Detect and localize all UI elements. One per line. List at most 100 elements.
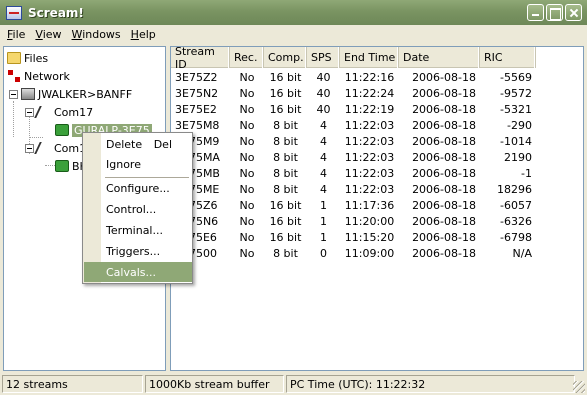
cell-compression: 16 bit <box>269 230 302 244</box>
cell-compression: 8 bit <box>273 150 298 164</box>
cell-sps: 40 <box>316 70 331 84</box>
minimize-button[interactable] <box>527 4 544 21</box>
cell-recording: No <box>239 118 255 132</box>
computer-icon <box>21 88 35 100</box>
table-row[interactable]: 3E75MB No 8 bit 4 11:22:03 2006-08-18 -1 <box>171 165 536 181</box>
menu-bar: File View Windows Help <box>0 25 587 44</box>
window-title: Scream! <box>28 5 84 20</box>
menu-item-ignore[interactable]: Ignore <box>84 154 192 174</box>
cell-date: 2006-08-18 <box>412 182 476 196</box>
tree-item-network[interactable]: Network <box>7 68 70 84</box>
column-header[interactable]: Stream ID <box>171 47 230 71</box>
column-header[interactable]: SPS <box>307 47 340 68</box>
cell-ric: -290 <box>507 118 532 132</box>
cell-recording: No <box>239 102 255 116</box>
cell-recording: No <box>239 150 255 164</box>
stream-rows: 3E75Z2 No 16 bit 40 11:22:16 2006-08-18 -5569 3… <box>171 69 536 261</box>
menu-item-terminal[interactable]: Terminal... <box>84 220 192 240</box>
table-row[interactable]: 3E7500 No 8 bit 0 11:09:00 2006-08-18 N/A <box>171 245 536 261</box>
cell-compression: 8 bit <box>273 182 298 196</box>
title-bar: Scream! <box>0 0 587 25</box>
maximize-button[interactable] <box>546 4 563 21</box>
table-row[interactable]: 3E75N2 No 16 bit 40 11:22:24 2006-08-18 -9572 <box>171 85 536 101</box>
cell-compression: 16 bit <box>269 70 302 84</box>
cell-end-time: 11:22:03 <box>344 182 395 196</box>
column-header[interactable]: Date <box>399 47 480 68</box>
cell-end-time: 11:22:24 <box>344 86 395 100</box>
table-row[interactable]: 3E75E6 No 16 bit 1 11:15:20 2006-08-18 -6798 <box>171 229 536 245</box>
cell-sps: 0 <box>320 246 327 260</box>
cell-recording: No <box>239 70 255 84</box>
menu-help[interactable]: Help <box>126 28 161 41</box>
collapse-icon[interactable] <box>9 89 18 99</box>
cell-ric: -1014 <box>500 134 532 148</box>
table-row[interactable]: 3E75M8 No 8 bit 4 11:22:03 2006-08-18 -290 <box>171 117 536 133</box>
menu-item-calvals[interactable]: Calvals... <box>84 262 192 282</box>
cell-compression: 16 bit <box>269 86 302 100</box>
cell-sps: 1 <box>320 214 327 228</box>
list-header: Stream ID Rec. Comp. SPS End Time Date R… <box>171 47 536 71</box>
cell-stream-id: 3E75Z2 <box>175 70 218 84</box>
table-row[interactable]: 3E75Z2 No 16 bit 40 11:22:16 2006-08-18 -5569 <box>171 69 536 85</box>
stream-list[interactable]: Stream ID Rec. Comp. SPS End Time Date R… <box>170 46 584 371</box>
collapse-icon[interactable] <box>25 107 34 117</box>
cell-date: 2006-08-18 <box>412 198 476 212</box>
menu-view[interactable]: View <box>30 28 66 41</box>
cell-date: 2006-08-18 <box>412 166 476 180</box>
table-row[interactable]: 3E75N6 No 16 bit 1 11:20:00 2006-08-18 -6326 <box>171 213 536 229</box>
cell-date: 2006-08-18 <box>412 214 476 228</box>
tree-item-files[interactable]: Files <box>7 50 48 66</box>
cell-end-time: 11:22:03 <box>344 166 395 180</box>
column-header[interactable]: Rec. <box>230 47 264 68</box>
serial-port-icon <box>34 142 54 154</box>
table-row[interactable]: 3E75Z6 No 16 bit 1 11:17:36 2006-08-18 -6057 <box>171 197 536 213</box>
shortcut-label: Del <box>153 137 172 151</box>
cell-date: 2006-08-18 <box>412 150 476 164</box>
table-row[interactable]: 3E75M9 No 8 bit 4 11:22:03 2006-08-18 -1014 <box>171 133 536 149</box>
context-menu: Delete Del Ignore Configure... Control..… <box>82 132 193 284</box>
cell-ric: 2190 <box>504 150 532 164</box>
cell-sps: 4 <box>320 150 327 164</box>
network-icon <box>7 70 21 82</box>
menu-item-delete[interactable]: Delete Del <box>84 134 192 154</box>
cell-date: 2006-08-18 <box>412 134 476 148</box>
menu-file[interactable]: File <box>2 28 30 41</box>
menu-item-configure[interactable]: Configure... <box>84 178 192 198</box>
column-header[interactable]: RIC <box>480 47 536 68</box>
cell-sps: 4 <box>320 166 327 180</box>
cell-sps: 40 <box>316 102 331 116</box>
cell-compression: 16 bit <box>269 214 302 228</box>
cell-date: 2006-08-18 <box>412 230 476 244</box>
cell-ric: -6798 <box>500 230 532 244</box>
table-row[interactable]: 3E75MA No 8 bit 4 11:22:03 2006-08-18 2190 <box>171 149 536 165</box>
close-button[interactable] <box>565 4 582 21</box>
cell-sps: 4 <box>320 118 327 132</box>
cell-recording: No <box>239 166 255 180</box>
cell-recording: No <box>239 198 255 212</box>
cell-end-time: 11:22:03 <box>344 150 395 164</box>
collapse-icon[interactable] <box>25 143 34 153</box>
table-row[interactable]: 3E75ME No 8 bit 4 11:22:03 2006-08-18 18296 <box>171 181 536 197</box>
cell-compression: 16 bit <box>269 198 302 212</box>
cell-end-time: 11:20:00 <box>344 214 395 228</box>
cell-date: 2006-08-18 <box>412 102 476 116</box>
cell-ric: -9572 <box>500 86 532 100</box>
column-header[interactable]: End Time <box>340 47 399 68</box>
cell-compression: 8 bit <box>273 246 298 260</box>
cell-end-time: 11:22:19 <box>344 102 395 116</box>
cell-recording: No <box>239 214 255 228</box>
cell-end-time: 11:22:03 <box>344 134 395 148</box>
cell-date: 2006-08-18 <box>412 118 476 132</box>
cell-stream-id: 3E75E2 <box>175 102 217 116</box>
cell-recording: No <box>239 182 255 196</box>
table-row[interactable]: 3E75E2 No 16 bit 40 11:22:19 2006-08-18 -5321 <box>171 101 536 117</box>
resize-grip[interactable] <box>573 381 585 393</box>
menu-item-control[interactable]: Control... <box>84 199 192 219</box>
menu-item-triggers[interactable]: Triggers... <box>84 241 192 261</box>
cell-date: 2006-08-18 <box>412 246 476 260</box>
column-header[interactable]: Comp. <box>264 47 307 68</box>
tree-item-com17[interactable]: Com17 <box>25 104 93 120</box>
menu-windows[interactable]: Windows <box>67 28 126 41</box>
tree-item-server[interactable]: JWALKER>BANFF <box>9 86 132 102</box>
cell-ric: -1 <box>521 166 532 180</box>
